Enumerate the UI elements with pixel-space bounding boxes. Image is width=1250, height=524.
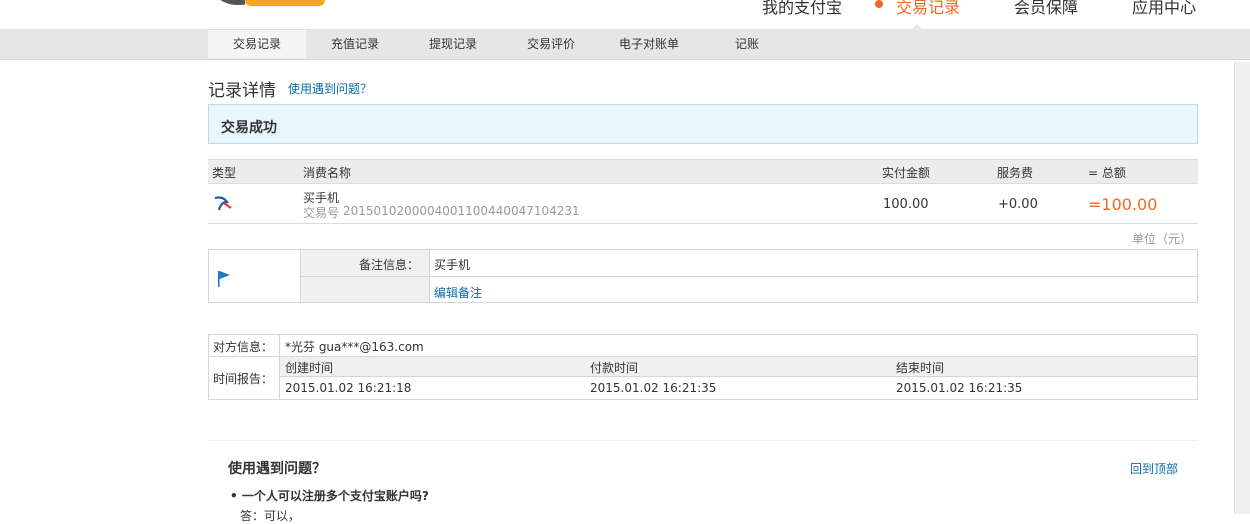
trade-no: 2015010200004001100440047104231 [343,204,580,218]
help-link[interactable]: 使用遇到问题？ [288,80,372,97]
counterparty-label: 对方信息： [213,340,274,354]
page-title: 记录详情 [208,81,276,101]
tab-e-statement[interactable]: 电子对账单 [600,30,698,58]
edit-remark-link[interactable]: 编辑备注 [434,284,482,301]
end-time-head: 结束时间 [896,361,945,375]
flag-icon [218,271,230,287]
col-name: 消费名称 [303,166,352,180]
tab-bookkeeping[interactable]: 记账 [698,30,796,58]
col-paid: 实付金额 [882,166,931,180]
alipay-logo[interactable] [205,0,325,8]
status-text: 交易成功 [221,120,277,136]
trade-table: 类型 消费名称 实付金额 服务费 = 总额 买手机 交易号 2015010200… [208,159,1198,224]
trade-no-label: 交易号 [303,206,340,220]
divider [301,276,1197,277]
created-time-head: 创建时间 [285,361,334,375]
divider [208,440,1198,441]
tab-withdraw-records[interactable]: 提现记录 [404,30,502,58]
faq-title: 使用遇到问题？ [228,461,326,477]
col-total: = 总额 [1088,166,1126,180]
faq-answer: 答：可以， [240,509,301,523]
faq-question[interactable]: • 一个人可以注册多个支付宝账户吗? [230,487,429,504]
tab-trade-reviews[interactable]: 交易评价 [502,30,600,58]
info-box: 对方信息： *光芬 gua***@163.com 时间报告： 创建时间 付款时间… [208,334,1198,400]
time-report-label: 时间报告： [213,372,274,386]
paid-time-head: 付款时间 [590,361,639,375]
total-amount: =100.00 [1088,195,1158,214]
nav-member-protection[interactable]: 会员保障 [1014,0,1078,18]
tab-trade-records[interactable]: 交易记录 [208,30,306,58]
top-header: 我的支付宝 交易记录 会员保障 应用中心 [0,0,1250,31]
status-banner: 交易成功 [208,104,1198,144]
time-report-header [280,357,1197,377]
back-to-top-link[interactable]: 回到顶部 [1130,460,1178,477]
nav-trade-records[interactable]: 交易记录 [896,0,960,18]
col-type: 类型 [212,166,237,180]
remark-flag-cell [209,250,301,302]
alipay-swallow-icon [214,196,232,211]
nav-app-center[interactable]: 应用中心 [1132,0,1196,18]
created-time-value: 2015.01.02 16:21:18 [285,381,412,395]
tab-recharge-records[interactable]: 充值记录 [306,30,404,58]
remark-label: 备注信息： [358,258,419,272]
remark-box: 备注信息： 买手机 编辑备注 [208,249,1198,303]
table-row: 买手机 交易号 2015010200004001100440047104231 … [208,183,1198,224]
trade-table-header: 类型 消费名称 实付金额 服务费 = 总额 [208,159,1198,183]
service-fee: +0.00 [998,197,1038,212]
paid-amount: 100.00 [883,197,929,212]
sub-nav: 交易记录 充值记录 提现记录 交易评价 电子对账单 记账 [0,30,1250,60]
nav-active-dot-icon [875,0,883,8]
end-time-value: 2015.01.02 16:21:35 [896,381,1023,395]
counterparty-value: *光芬 gua***@163.com [285,340,424,354]
col-fee: 服务费 [997,166,1034,180]
remark-value: 买手机 [434,258,471,272]
paid-time-value: 2015.01.02 16:21:35 [590,381,717,395]
unit-note: 单位（元） [1132,232,1193,246]
divider [209,356,280,357]
nav-my-alipay[interactable]: 我的支付宝 [762,0,842,18]
scrollbar[interactable] [1234,62,1250,514]
